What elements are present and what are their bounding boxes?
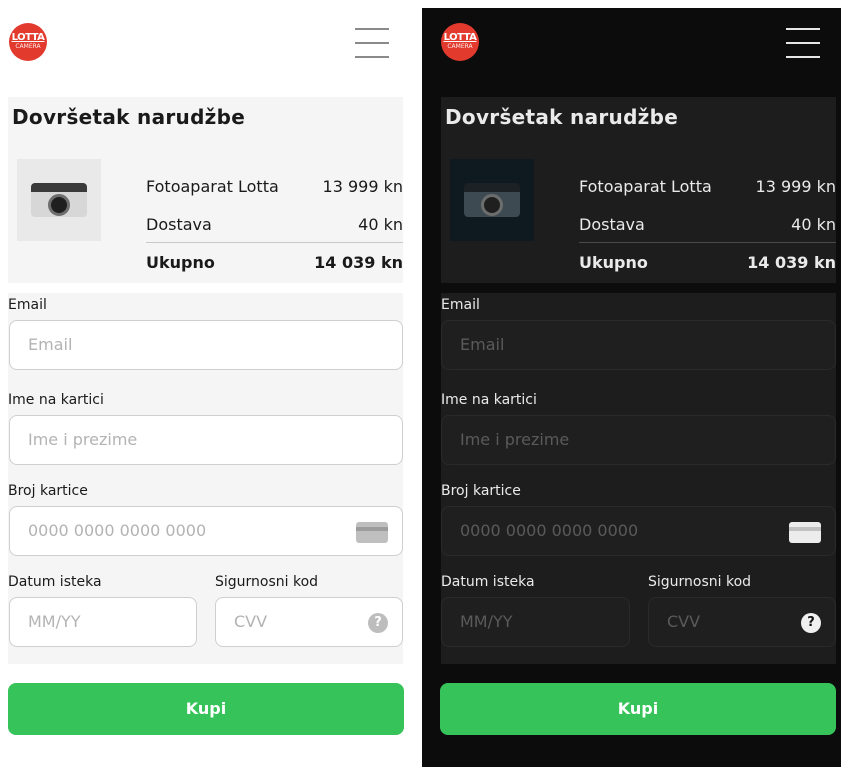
- lotta-logo[interactable]: LOTTA CAMERA: [441, 23, 479, 61]
- buy-button[interactable]: Kupi: [440, 683, 836, 735]
- lotta-logo[interactable]: LOTTA CAMERA: [9, 23, 47, 61]
- total-label: Ukupno: [146, 253, 215, 272]
- logo-text-bottom: CAMERA: [447, 43, 473, 50]
- header: LOTTA CAMERA: [0, 0, 412, 84]
- dark-screen: LOTTA CAMERA Dovršetak narudžbe Fotoapar…: [422, 8, 841, 767]
- light-screen: LOTTA CAMERA Dovršetak narudžbe Fotoapar…: [0, 0, 412, 767]
- product-price: 13 999 kn: [322, 177, 403, 196]
- expiry-placeholder: MM/YY: [460, 612, 513, 631]
- cvv-placeholder: CVV: [667, 612, 701, 631]
- email-field[interactable]: Email: [441, 320, 836, 370]
- shipping-price: 40 kn: [791, 215, 836, 234]
- cvv-field[interactable]: CVV ?: [648, 597, 836, 647]
- hamburger-icon[interactable]: [786, 28, 820, 58]
- page-title: Dovršetak narudžbe: [445, 105, 679, 129]
- question-circle-icon[interactable]: ?: [368, 613, 388, 633]
- email-label: Email: [441, 297, 480, 313]
- page-title: Dovršetak narudžbe: [12, 105, 246, 129]
- camera-photo: [464, 183, 520, 217]
- card-name-placeholder: Ime i prezime: [460, 430, 570, 449]
- shipping-label: Dostava: [146, 215, 212, 234]
- product-image: [17, 159, 101, 241]
- logo-text-bottom: CAMERA: [15, 43, 41, 50]
- cvv-label: Sigurnosni kod: [648, 574, 752, 590]
- card-name-placeholder: Ime i prezime: [28, 430, 138, 449]
- payment-form: Email Email Ime na kartici Ime i prezime…: [8, 293, 403, 664]
- expiry-label: Datum isteka: [8, 574, 102, 590]
- product-label: Fotoaparat Lotta: [579, 177, 712, 196]
- order-summary: Dovršetak narudžbe Fotoaparat Lotta 13 9…: [441, 97, 836, 283]
- card-number-field[interactable]: 0000 0000 0000 0000: [9, 506, 403, 556]
- name-label: Ime na kartici: [441, 392, 537, 408]
- question-circle-icon[interactable]: ?: [801, 613, 821, 633]
- card-name-field[interactable]: Ime i prezime: [441, 415, 836, 465]
- credit-card-icon: [789, 522, 821, 543]
- camera-photo: [31, 183, 87, 217]
- summary-divider: [146, 242, 403, 243]
- card-number-placeholder: 0000 0000 0000 0000: [460, 521, 639, 540]
- expiry-label: Datum isteka: [441, 574, 535, 590]
- logo-text-top: LOTTA: [11, 32, 45, 43]
- header: LOTTA CAMERA: [422, 8, 841, 92]
- buy-button[interactable]: Kupi: [8, 683, 404, 735]
- email-field[interactable]: Email: [9, 320, 403, 370]
- cvv-label: Sigurnosni kod: [215, 574, 319, 590]
- product-label: Fotoaparat Lotta: [146, 177, 279, 196]
- expiry-field[interactable]: MM/YY: [441, 597, 630, 647]
- card-number-label: Broj kartice: [8, 483, 88, 499]
- hamburger-icon[interactable]: [355, 28, 389, 58]
- shipping-price: 40 kn: [358, 215, 403, 234]
- total-label: Ukupno: [579, 253, 648, 272]
- product-price: 13 999 kn: [755, 177, 836, 196]
- card-number-field[interactable]: 0000 0000 0000 0000: [441, 506, 836, 556]
- email-label: Email: [8, 297, 47, 313]
- expiry-placeholder: MM/YY: [28, 612, 81, 631]
- total-price: 14 039 kn: [747, 253, 836, 272]
- email-placeholder: Email: [28, 335, 73, 354]
- payment-form: Email Email Ime na kartici Ime i prezime…: [441, 293, 836, 664]
- logo-text-top: LOTTA: [443, 32, 477, 43]
- expiry-field[interactable]: MM/YY: [9, 597, 197, 647]
- summary-divider: [579, 242, 836, 243]
- name-label: Ime na kartici: [8, 392, 104, 408]
- credit-card-icon: [356, 522, 388, 543]
- product-image: [450, 159, 534, 241]
- order-summary: Dovršetak narudžbe Fotoaparat Lotta 13 9…: [8, 97, 403, 283]
- card-number-label: Broj kartice: [441, 483, 521, 499]
- card-number-placeholder: 0000 0000 0000 0000: [28, 521, 207, 540]
- email-placeholder: Email: [460, 335, 505, 354]
- cvv-placeholder: CVV: [234, 612, 268, 631]
- card-name-field[interactable]: Ime i prezime: [9, 415, 403, 465]
- shipping-label: Dostava: [579, 215, 645, 234]
- total-price: 14 039 kn: [314, 253, 403, 272]
- cvv-field[interactable]: CVV ?: [215, 597, 403, 647]
